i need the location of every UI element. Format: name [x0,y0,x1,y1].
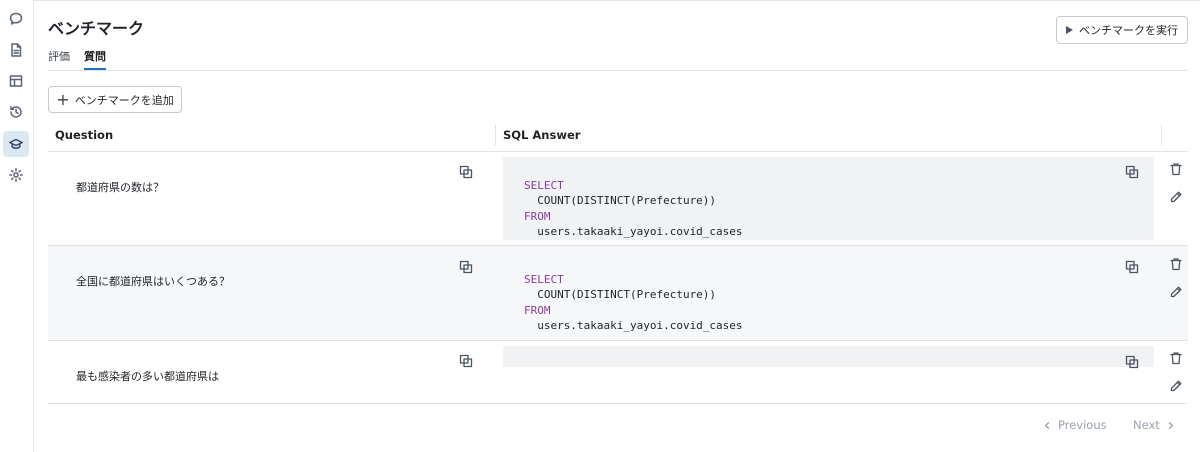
sql-line: SELECT [524,178,743,193]
sql-keyword: FROM [524,209,551,223]
row-divider [48,403,1188,404]
left-rail [0,0,34,452]
question-text: 最も感染者の多い都道府県は [76,370,219,383]
sql-text: COUNT(DISTINCT(Prefecture)) [524,194,717,208]
run-benchmark-button[interactable]: ベンチマークを実行 [1056,16,1188,44]
run-benchmark-label: ベンチマークを実行 [1079,24,1178,37]
copy-icon [459,165,473,179]
sql-keyword: SELECT [524,273,564,286]
page-title: ベンチマーク [48,19,145,38]
edit-row-button[interactable] [1169,285,1183,299]
rail-document-button[interactable] [3,37,29,63]
sql-line: FROM [524,209,743,224]
rail-table-button[interactable] [3,68,29,94]
rail-benchmark-button[interactable] [3,131,29,157]
column-separator [1161,125,1162,145]
plus-icon: + [56,89,70,109]
sql-text: users.takaaki_yayoi.covid_cases [524,318,743,332]
copy-question-button[interactable] [459,354,473,368]
question-text: 都道府県の数は？ [76,181,164,194]
pencil-icon [1170,286,1182,298]
sql-keyword: SELECT [524,179,564,192]
next-page-button[interactable]: Next [1133,418,1175,432]
sql-text: COUNT(DISTINCT(Prefecture)) [524,288,717,302]
sql-text: users.takaaki_yayoi.covid_cases [524,224,743,238]
trash-icon [1170,352,1182,365]
sql-keyword: FROM [524,303,551,317]
tab-bar: 評価 質問 [48,48,106,70]
rail-settings-button[interactable] [3,162,29,188]
sql-line: COUNT(DISTINCT(Prefecture)) [524,193,743,208]
edit-row-button[interactable] [1169,379,1183,393]
table-icon [9,75,23,87]
next-label: Next [1133,418,1160,432]
add-benchmark-label: ベンチマークを追加 [74,93,174,107]
pencil-icon [1170,380,1182,392]
trash-icon [1170,163,1182,176]
tab-questions[interactable]: 質問 [84,48,106,70]
previous-label: Previous [1058,418,1107,432]
chat-bubble-icon [9,12,23,25]
top-border [34,0,1200,1]
history-icon [10,106,22,118]
sql-answer-box [503,346,1154,367]
pencil-icon [1170,191,1182,203]
copy-icon [1125,355,1139,369]
copy-icon [1125,260,1139,274]
tab-divider [48,70,1188,71]
edit-row-button[interactable] [1169,190,1183,204]
chevron-right-icon [1168,421,1174,429]
question-text: 全国に都道府県はいくつある？ [76,275,230,288]
graduation-cap-icon [9,138,23,149]
copy-question-button[interactable] [459,165,473,179]
copy-question-button[interactable] [459,260,473,274]
delete-row-button[interactable] [1169,162,1183,176]
sql-answer-code: SELECT COUNT(DISTINCT(Prefecture)) FROM u… [524,178,743,239]
copy-icon [1125,165,1139,179]
chevron-left-icon [1044,421,1050,429]
copy-sql-button[interactable] [1125,165,1139,179]
sql-line: COUNT(DISTINCT(Prefecture)) [524,287,743,302]
tab-evaluation[interactable]: 評価 [48,48,70,70]
sql-line: SELECT [524,272,743,287]
delete-row-button[interactable] [1169,257,1183,271]
column-header-question: Question [55,128,114,142]
sql-answer-code: SELECT COUNT(DISTINCT(Prefecture)) FROM u… [524,272,743,333]
rail-history-button[interactable] [3,99,29,125]
sql-line: users.takaaki_yayoi.covid_cases [524,224,743,239]
sql-line: FROM [524,303,743,318]
column-separator [495,125,496,145]
sql-line: users.takaaki_yayoi.covid_cases [524,318,743,333]
rail-chat-button[interactable] [3,6,29,32]
copy-icon [459,260,473,274]
previous-page-button[interactable]: Previous [1043,418,1107,432]
copy-icon [459,354,473,368]
document-icon [11,43,22,57]
add-benchmark-button[interactable]: + ベンチマークを追加 [48,86,182,113]
delete-row-button[interactable] [1169,351,1183,365]
gear-icon [9,168,23,182]
column-header-sql-answer: SQL Answer [503,128,581,142]
copy-sql-button[interactable] [1125,355,1139,369]
trash-icon [1170,258,1182,271]
copy-sql-button[interactable] [1125,260,1139,274]
play-icon [1066,26,1073,34]
